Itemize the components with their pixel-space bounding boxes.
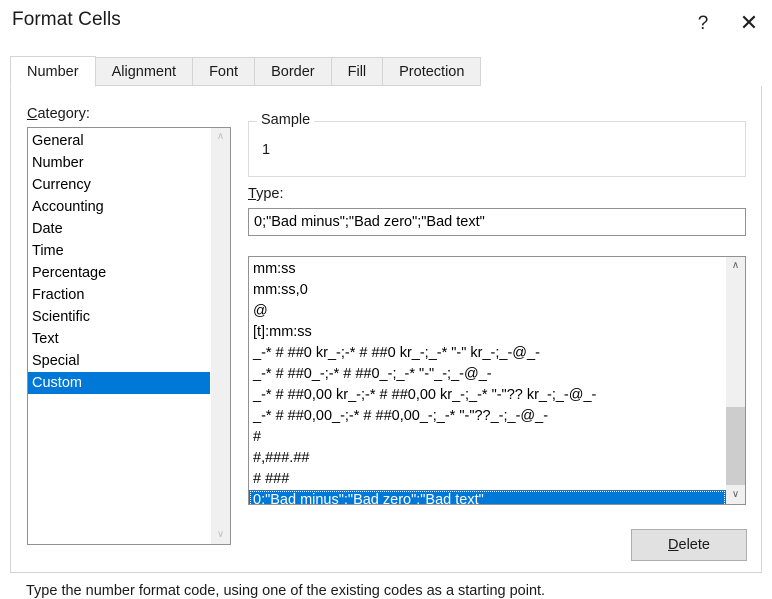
type-input[interactable] [248, 208, 746, 236]
type-label: Type: [248, 186, 283, 202]
tab-protection[interactable]: Protection [382, 57, 482, 86]
tab-border[interactable]: Border [254, 57, 332, 86]
category-item-label: Currency [32, 177, 91, 193]
format-code-list-item[interactable]: # ### [249, 469, 726, 490]
category-list-item[interactable]: Date [28, 218, 210, 240]
format-code-list-item[interactable]: _-* # ##0,00 kr_-;-* # ##0,00 kr_-;_-* "… [249, 385, 726, 406]
category-list-item[interactable]: Special [28, 350, 210, 372]
category-item-label: General [32, 133, 84, 149]
format-code-label: mm:ss [253, 261, 296, 277]
category-label-rest: ategory: [37, 106, 90, 122]
number-tab-panel: Category: General Number Currency Accountin… [10, 86, 762, 573]
category-list-item[interactable]: Currency [28, 174, 210, 196]
tab-label: Alignment [111, 63, 177, 80]
title-bar-buttons: ? ✕ [680, 0, 772, 46]
delete-button-label: elete [678, 537, 710, 553]
format-code-label: @ [253, 303, 268, 319]
tab-label: Font [209, 63, 239, 80]
delete-button[interactable]: Delete [631, 529, 747, 561]
category-list-item[interactable]: Text [28, 328, 210, 350]
scroll-down-icon[interactable]: ∨ [211, 526, 230, 544]
scroll-up-icon[interactable]: ∧ [211, 128, 230, 146]
format-code-list-item[interactable]: #,###.## [249, 448, 726, 469]
tab-fill[interactable]: Fill [330, 57, 384, 86]
category-item-label: Date [32, 221, 63, 237]
tab-label: Protection [399, 63, 465, 80]
format-code-list-item[interactable]: @ [249, 301, 726, 322]
title-bar: Format Cells ? ✕ [0, 0, 772, 48]
category-list-item[interactable]: Time [28, 240, 210, 262]
format-codes-scrollbar[interactable]: ∧ ∨ [726, 257, 745, 504]
help-button[interactable]: ? [680, 0, 726, 46]
category-scrollbar[interactable]: ∧ ∨ [210, 128, 230, 544]
tab-label: Number [27, 63, 79, 80]
format-code-list-item[interactable]: _-* # ##0 kr_-;-* # ##0 kr_-;_-* "-" kr_… [249, 343, 726, 364]
category-list-items: General Number Currency Accounting Date Time P… [28, 128, 210, 544]
category-item-label: Time [32, 243, 64, 259]
format-code-label: # [253, 429, 262, 445]
category-listbox[interactable]: General Number Currency Accounting Date Time P… [27, 127, 231, 545]
category-list-item[interactable]: General [28, 130, 210, 152]
format-code-list-item[interactable]: mm:ss,0 [249, 280, 726, 301]
category-item-label: Special [32, 353, 80, 369]
category-label-accel: C [27, 106, 38, 122]
format-code-label: _-* # ##0 kr_-;-* # ##0 kr_-;_-* "-" kr_… [253, 345, 540, 361]
format-code-label: mm:ss,0 [253, 282, 308, 298]
category-item-label: Percentage [32, 265, 107, 281]
category-list-item[interactable]: Number [28, 152, 210, 174]
category-item-label: Fraction [32, 287, 85, 303]
format-code-list-item[interactable]: _-* # ##0_-;-* # ##0_-;_-* "-"_-;_-@_- [249, 364, 726, 385]
close-icon: ✕ [739, 10, 759, 35]
category-item-label: Number [32, 155, 84, 171]
tab-strip: Number Alignment Font Border Fill Protection [10, 56, 762, 87]
tab-font[interactable]: Font [192, 57, 256, 86]
scroll-up-icon[interactable]: ∧ [726, 257, 745, 275]
tab-alignment[interactable]: Alignment [94, 57, 194, 86]
format-code-list-item[interactable]: 0;"Bad minus";"Bad zero";"Bad text" [249, 490, 726, 504]
format-code-label: # ### [253, 471, 290, 487]
delete-button-accel: D [668, 537, 679, 553]
type-label-rest: ype: [256, 186, 284, 202]
category-list-item[interactable]: Accounting [28, 196, 210, 218]
format-code-list-item[interactable]: _-* # ##0,00_-;-* # ##0,00_-;_-* "-"??_-… [249, 406, 726, 427]
sample-groupbox [248, 121, 746, 177]
format-code-label: _-* # ##0,00_-;-* # ##0,00_-;_-* "-"??_-… [253, 408, 549, 424]
category-list-item[interactable]: Percentage [28, 262, 210, 284]
question-mark-icon: ? [697, 12, 709, 34]
format-code-label: [t]:mm:ss [253, 324, 312, 340]
category-list-item[interactable]: Fraction [28, 284, 210, 306]
format-codes-listbox[interactable]: mm:ss mm:ss,0 @ [t]:mm:ss _-* # ##0 kr_-;-* … [248, 256, 746, 505]
sample-value: 1 [262, 142, 271, 158]
format-code-label: 0;"Bad minus";"Bad zero";"Bad text" [253, 492, 484, 504]
format-codes-list-items: mm:ss mm:ss,0 @ [t]:mm:ss _-* # ##0 kr_-;-* … [249, 257, 726, 504]
tab-label: Fill [347, 63, 367, 80]
type-label-accel: T [248, 186, 257, 202]
sample-group-title: Sample [257, 112, 315, 128]
scrollbar-thumb[interactable] [726, 407, 745, 485]
category-list-item[interactable]: Custom [28, 372, 210, 394]
dialog-title: Format Cells [12, 9, 121, 30]
format-code-label: _-* # ##0_-;-* # ##0_-;_-* "-"_-;_-@_- [253, 366, 492, 382]
scroll-down-icon[interactable]: ∨ [726, 486, 745, 504]
category-item-label: Custom [32, 375, 82, 391]
tab-label: Border [271, 63, 315, 80]
category-list-item[interactable]: Scientific [28, 306, 210, 328]
category-label: Category: [27, 106, 90, 122]
category-item-label: Accounting [32, 199, 104, 215]
format-code-label: _-* # ##0,00 kr_-;-* # ##0,00 kr_-;_-* "… [253, 387, 597, 403]
format-code-list-item[interactable]: # [249, 427, 726, 448]
category-item-label: Text [32, 331, 59, 347]
close-button[interactable]: ✕ [726, 0, 772, 46]
tab-number[interactable]: Number [10, 56, 96, 87]
format-code-label: #,###.## [253, 450, 310, 466]
format-code-list-item[interactable]: [t]:mm:ss [249, 322, 726, 343]
category-item-label: Scientific [32, 309, 91, 325]
format-code-list-item[interactable]: mm:ss [249, 259, 726, 280]
